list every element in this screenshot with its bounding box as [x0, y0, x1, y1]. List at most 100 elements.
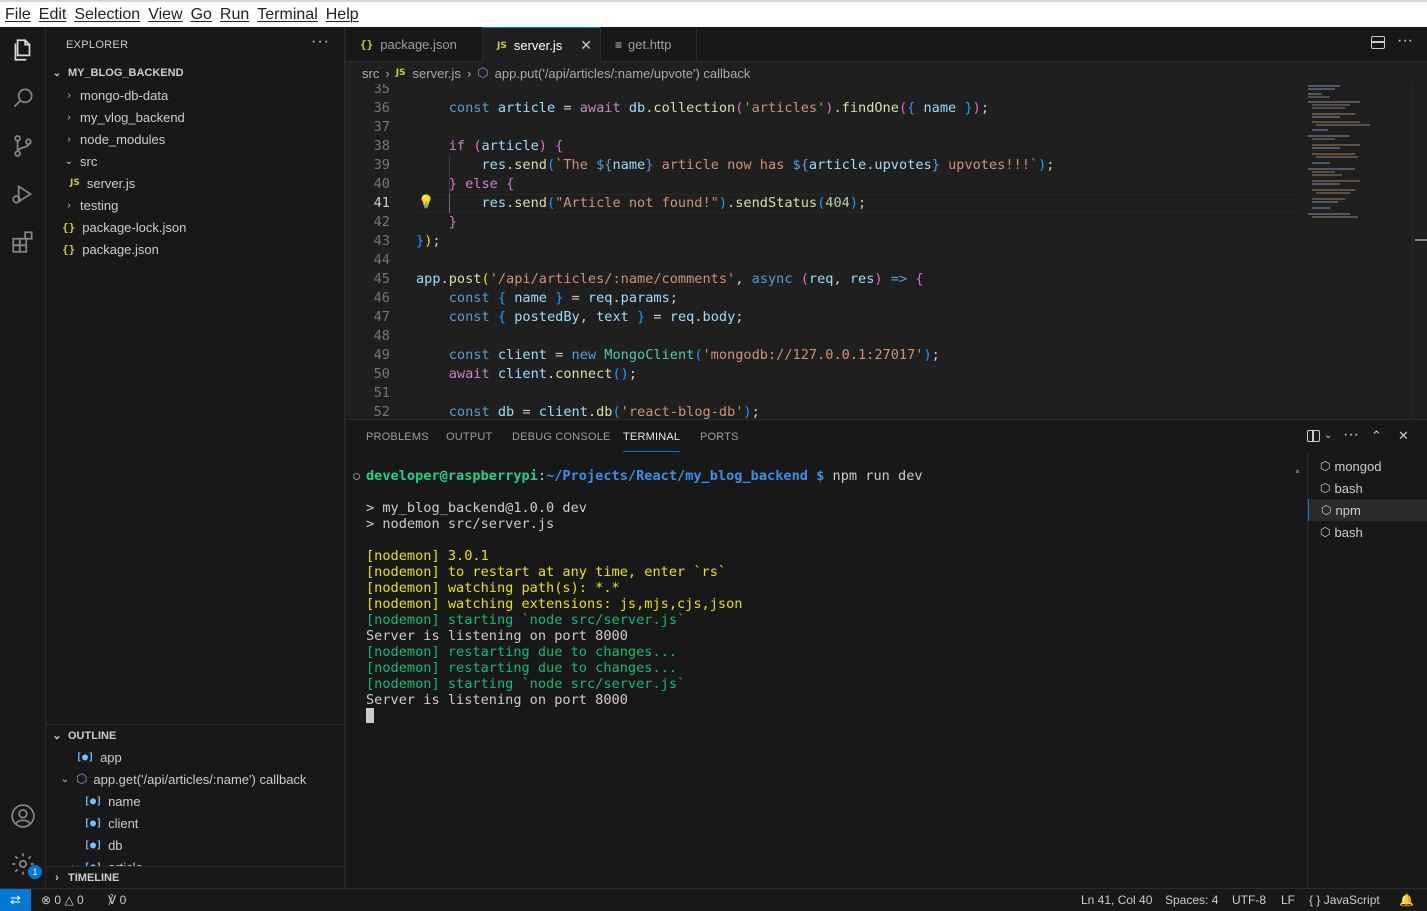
tree-folder-src[interactable]: ⌄ src — [46, 150, 344, 172]
breadcrumb-item[interactable]: app.put('/api/articles/:name/upvote') ca… — [495, 66, 751, 81]
chevron-right-icon: › — [67, 111, 71, 123]
tab-problems[interactable]: PROBLEMS — [366, 431, 429, 443]
code-line: }); — [416, 233, 441, 249]
settings-gear-icon[interactable]: 1 — [7, 848, 42, 880]
menu-run[interactable]: Run — [217, 6, 254, 24]
tab-output[interactable]: OUTPUT — [446, 431, 492, 443]
tree-file-package-lock-json[interactable]: {} package-lock.json — [46, 216, 344, 238]
encoding[interactable]: UTF-8 — [1232, 893, 1266, 907]
tab-label: get.http — [628, 37, 672, 52]
outline-item[interactable]: ⌄ ⬡ app.get('/api/articles/:name') callb… — [46, 768, 344, 790]
tree-label: my_vlog_backend — [80, 109, 185, 125]
tree-label: src — [80, 153, 98, 169]
terminal-command: npm run dev — [832, 468, 923, 484]
command-decoration-icon — [353, 473, 360, 480]
variable-icon: [●] — [84, 795, 103, 807]
terminal-output[interactable]: developer@raspberrypi:~/Projects/React/m… — [366, 468, 1286, 724]
tree-folder-node-modules[interactable]: › node_modules — [46, 128, 344, 150]
chevron-right-icon: › — [67, 199, 71, 211]
editor-scrollbar[interactable] — [1412, 84, 1427, 419]
terminal-label: bash — [1334, 480, 1363, 496]
code-line: if (article) { — [448, 138, 564, 154]
extensions-icon[interactable] — [7, 226, 39, 258]
tree-folder-my-vlog-backend[interactable]: › my_vlog_backend — [46, 106, 344, 128]
terminal-line: [nodemon] starting `node src/server.js` — [366, 676, 686, 692]
more-actions-icon[interactable]: ··· — [311, 33, 330, 51]
code-line: } else { — [448, 176, 515, 192]
menu-file[interactable]: File — [2, 6, 36, 24]
line-number: 41 — [373, 195, 390, 211]
prompt-path: ~/Projects/React/my_blog_backend — [546, 468, 808, 484]
close-panel-icon[interactable]: ✕ — [1398, 428, 1409, 444]
breadcrumb-item[interactable]: src — [362, 66, 379, 81]
split-editor-icon[interactable] — [1371, 36, 1385, 49]
terminal-item-bash[interactable]: ⬡ bash — [1308, 521, 1427, 543]
terminal-line: [nodemon] starting `node src/server.js` — [366, 612, 686, 628]
broadcast-icon: ℣ — [108, 893, 117, 907]
end-of-line[interactable]: LF — [1281, 893, 1295, 907]
tab-label: package.json — [380, 37, 457, 52]
run-debug-icon[interactable] — [7, 178, 39, 210]
search-icon[interactable] — [7, 82, 39, 114]
menu-selection[interactable]: Selection — [71, 6, 145, 24]
remote-indicator-icon[interactable]: ⇄ — [0, 889, 31, 911]
terminal-item-bash[interactable]: ⬡ bash — [1308, 477, 1427, 499]
account-icon[interactable] — [7, 800, 39, 832]
tab-terminal[interactable]: TERMINAL — [623, 431, 681, 452]
line-number: 36 — [373, 100, 390, 116]
terminal-item-mongod[interactable]: ⬡ mongod — [1308, 455, 1427, 477]
split-terminal-icon[interactable] — [1307, 430, 1320, 442]
chevron-down-icon: ⌄ — [60, 773, 70, 785]
line-number: 40 — [373, 176, 390, 192]
line-number: 48 — [373, 328, 390, 344]
close-icon[interactable]: ✕ — [580, 37, 592, 54]
scroll-position-marker — [1415, 239, 1427, 241]
problems-indicator[interactable]: ⊗ 0 △ 0 — [41, 893, 84, 907]
terminal-icon: ⬡ — [1321, 503, 1332, 517]
more-actions-icon[interactable]: ··· — [1343, 426, 1359, 444]
tab-ports[interactable]: PORTS — [700, 431, 739, 443]
timeline-header[interactable]: › TIMELINE — [46, 866, 344, 888]
maximize-panel-icon[interactable]: ⌃ — [1371, 428, 1382, 444]
source-control-icon[interactable] — [7, 130, 39, 162]
breadcrumb-item[interactable]: server.js — [413, 66, 461, 81]
outline-item[interactable]: [●] name — [46, 790, 344, 812]
tab-package-json[interactable]: {} package.json — [346, 27, 483, 62]
tab-server-js[interactable]: JS server.js ✕ — [483, 27, 601, 63]
tree-label: package.json — [82, 241, 159, 257]
tree-file-package-json[interactable]: {} package.json — [46, 238, 344, 260]
outline-header[interactable]: ⌄ OUTLINE — [46, 724, 344, 746]
tree-file-server-js[interactable]: JS server.js — [46, 172, 344, 194]
indentation[interactable]: Spaces: 4 — [1165, 893, 1218, 907]
json-icon: {} — [360, 38, 374, 51]
tree-folder-testing[interactable]: › testing — [46, 194, 344, 216]
minimap[interactable] — [1300, 84, 1412, 234]
code-line: const client = new MongoClient('mongodb:… — [448, 347, 940, 363]
menu-view[interactable]: View — [145, 6, 187, 24]
explorer-icon[interactable] — [7, 34, 39, 66]
tab-get-http[interactable]: ≡ get.http — [601, 27, 697, 62]
code-editor[interactable]: 35 36 37 38 39 40 41 42 43 44 45 46 47 4… — [346, 84, 1427, 419]
project-name: MY_BLOG_BACKEND — [68, 67, 184, 79]
line-number: 49 — [373, 347, 390, 363]
menu-terminal[interactable]: Terminal — [254, 6, 322, 24]
menu-go[interactable]: Go — [188, 6, 217, 24]
tab-debug-console[interactable]: DEBUG CONSOLE — [512, 431, 611, 443]
notifications-bell-icon[interactable]: 🔔 — [1399, 893, 1414, 907]
chevron-down-icon[interactable]: ⌄ — [1324, 430, 1332, 441]
ports-indicator[interactable]: ℣ 0 — [108, 893, 126, 907]
more-actions-icon[interactable]: ··· — [1397, 32, 1413, 50]
language-mode[interactable]: { } JavaScript — [1309, 893, 1380, 907]
outline-item[interactable]: [●] client — [46, 812, 344, 834]
outline-list: [●] app ⌄ ⬡ app.get('/api/articles/:name… — [46, 746, 344, 868]
tree-folder-mongo-db-data[interactable]: › mongo-db-data — [46, 84, 344, 106]
project-root[interactable]: ⌄ MY_BLOG_BACKEND — [46, 62, 344, 84]
code-line: app.post('/api/articles/:name/comments',… — [416, 271, 924, 287]
menu-help[interactable]: Help — [323, 6, 364, 24]
terminal-item-npm[interactable]: ⬡ npm — [1308, 499, 1427, 521]
cursor-position[interactable]: Ln 41, Col 40 — [1081, 893, 1152, 907]
outline-item[interactable]: [●] app — [46, 746, 344, 768]
outline-item[interactable]: [●] db — [46, 834, 344, 856]
tree-label: package-lock.json — [82, 219, 187, 235]
menu-edit[interactable]: Edit — [36, 6, 72, 24]
